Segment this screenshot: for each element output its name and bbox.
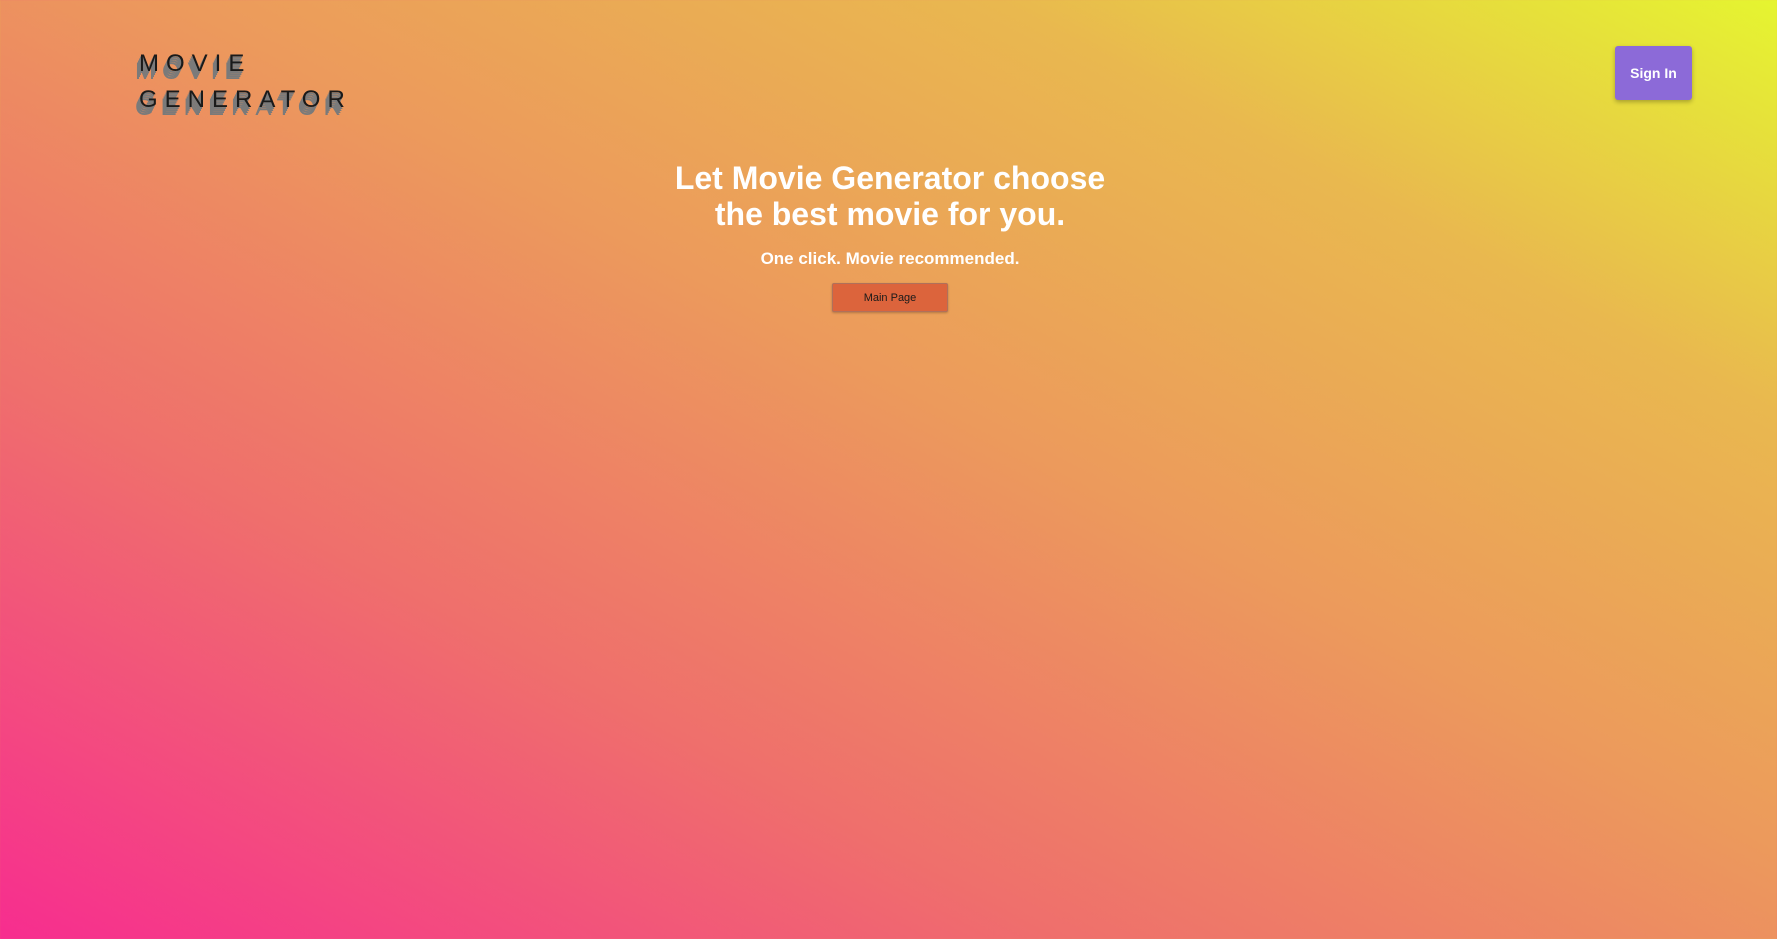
hero-title-line-1: Let Movie Generator choose: [674, 160, 1106, 196]
hero-title-line-2: the best movie for you.: [714, 196, 1066, 232]
logo: MOVIE GENERATOR: [139, 46, 379, 118]
sign-in-button[interactable]: Sign In: [1615, 46, 1692, 100]
main-page-button[interactable]: Main Page: [832, 283, 948, 312]
hero-section: Let Movie Generator choose the best movi…: [0, 160, 1777, 312]
hero-title: Let Movie Generator choose the best movi…: [0, 160, 1777, 232]
logo-line-movie: MOVIE: [139, 50, 252, 77]
hero-subtitle: One click. Movie recommended.: [760, 249, 1020, 268]
logo-line-generator: GENERATOR: [139, 86, 352, 113]
